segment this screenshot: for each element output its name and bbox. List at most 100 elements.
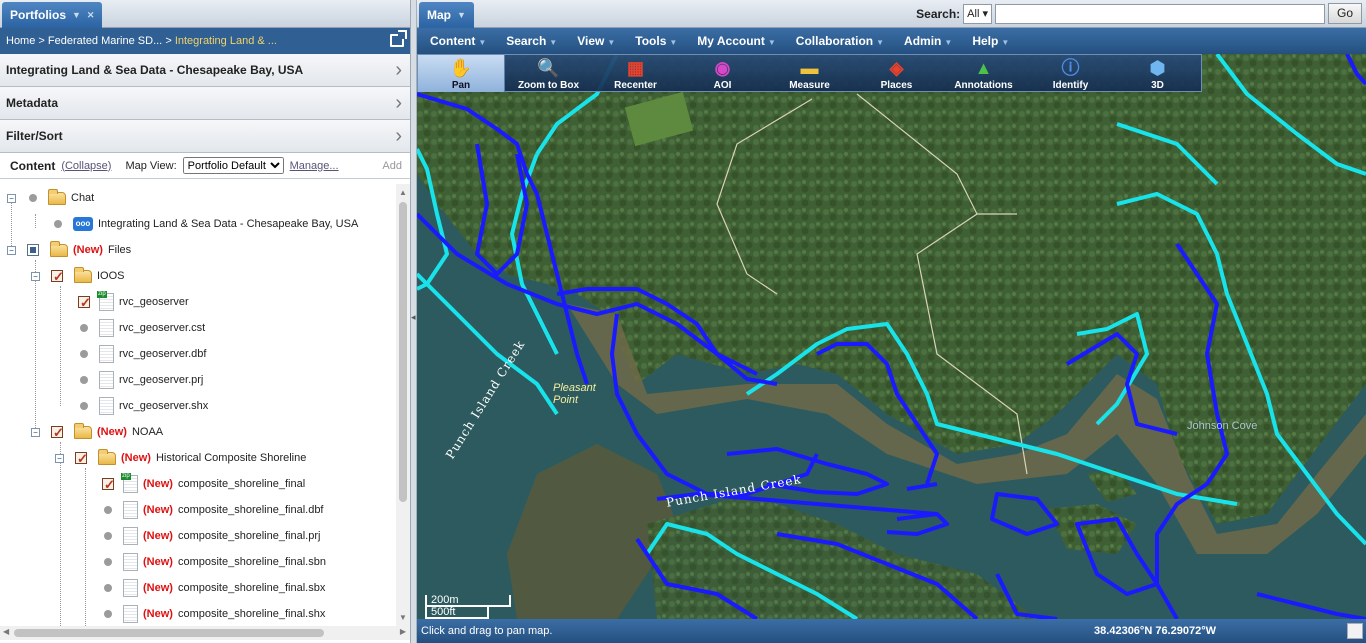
tool-pan[interactable]: ✋ Pan (418, 55, 505, 92)
tab-portfolios[interactable]: Portfolios ▼ ✕ (2, 2, 103, 28)
caret-down-icon: ▼ (876, 38, 885, 47)
visibility-dot[interactable] (29, 194, 37, 202)
collapse-toggle[interactable]: − (31, 427, 40, 437)
menu-admin[interactable]: Admin ▼ (894, 34, 962, 48)
breadcrumb-parent[interactable]: Federated Marine SD... (48, 35, 162, 47)
breadcrumb-current[interactable]: Integrating Land & ... (175, 35, 277, 47)
magnifier-icon: 🔍 (537, 58, 560, 78)
collapse-toggle[interactable]: − (31, 271, 40, 281)
accordion-label: Integrating Land & Sea Data - Chesapeake… (6, 63, 304, 77)
tree-item-file[interactable]: rvc_geoserver (78, 289, 189, 316)
tree-item-file[interactable]: rvc_geoserver.shx (78, 393, 208, 419)
tree-item-chat[interactable]: − Chat (7, 185, 94, 211)
tree-item-file[interactable]: (New) composite_shoreline_final.sbn (102, 549, 326, 575)
popout-icon[interactable] (390, 30, 407, 47)
tree-item-file[interactable]: (New) composite_shoreline_final.sbx (102, 575, 325, 601)
search-input[interactable] (994, 3, 1325, 24)
caret-down-icon: ▼ (478, 38, 487, 47)
add-button[interactable]: Add (382, 153, 402, 179)
tab-map[interactable]: Map ▼ (419, 2, 474, 28)
scrollbar-thumb[interactable] (14, 629, 324, 637)
accordion-filter-sort[interactable]: Filter/Sort › (0, 120, 410, 153)
tool-label: Measure (789, 80, 830, 91)
map-view-select[interactable]: Portfolio Default (182, 157, 284, 174)
zip-file-icon (97, 291, 114, 311)
collapse-toggle[interactable]: − (55, 453, 64, 463)
tree-vertical-scrollbar[interactable]: ▲ ▼ (396, 184, 410, 626)
manage-link[interactable]: Manage... (290, 153, 339, 179)
visibility-dot[interactable] (80, 402, 88, 410)
tree-item-noaa[interactable]: − (New) NOAA (31, 419, 163, 446)
scroll-up-icon[interactable]: ▲ (399, 188, 407, 197)
visibility-dot[interactable] (54, 220, 62, 228)
scroll-right-icon[interactable]: ▶ (400, 627, 406, 636)
tool-label: Recenter (614, 80, 657, 91)
visibility-checkbox[interactable] (75, 446, 88, 472)
tree-item-file[interactable]: rvc_geoserver.prj (78, 367, 203, 393)
tree-item-chat-thread[interactable]: ooo Integrating Land & Sea Data - Chesap… (54, 211, 358, 237)
menu-my-account[interactable]: My Account ▼ (687, 34, 785, 48)
visibility-dot[interactable] (80, 324, 88, 332)
visibility-dot[interactable] (80, 376, 88, 384)
tree-item-file[interactable]: rvc_geoserver.cst (78, 315, 205, 341)
go-button[interactable]: Go (1327, 3, 1362, 24)
scrollbar-thumb[interactable] (399, 202, 407, 502)
scroll-left-icon[interactable]: ◀ (3, 627, 9, 636)
menu-tools[interactable]: Tools ▼ (625, 34, 687, 48)
tab-close-icon[interactable]: ✕ (87, 3, 95, 28)
tool-3d[interactable]: ⬢ 3D (1114, 55, 1201, 92)
scroll-down-icon[interactable]: ▼ (399, 613, 407, 622)
collapse-toggle[interactable]: − (7, 245, 16, 255)
search-label: Search: (916, 6, 961, 21)
tool-recenter[interactable]: ▦ Recenter (592, 55, 679, 92)
map-label-cove: Johnson Cove (1187, 420, 1258, 432)
tree-item-label: rvc_geoserver.shx (119, 400, 209, 412)
accordion-metadata[interactable]: Metadata › (0, 87, 410, 120)
visibility-dot[interactable] (104, 584, 112, 592)
visibility-checkbox[interactable] (51, 420, 64, 446)
search-scope-select[interactable]: All ▾ (963, 3, 992, 24)
visibility-checkbox[interactable] (27, 244, 39, 256)
menu-search[interactable]: Search ▼ (496, 34, 567, 48)
overview-map-icon[interactable] (1347, 623, 1363, 639)
portfolios-panel: Portfolios ▼ ✕ Home > Federated Marine S… (0, 0, 411, 643)
visibility-dot[interactable] (104, 610, 112, 618)
breadcrumb-sep: > (165, 35, 172, 47)
visibility-checkbox[interactable] (78, 290, 91, 316)
collapse-arrow-icon[interactable]: ◂ (411, 312, 416, 323)
visibility-dot[interactable] (104, 532, 112, 540)
tool-identify[interactable]: ⓘ Identify (1027, 55, 1114, 92)
tree-item-file[interactable]: (New) composite_shoreline_final.shx (102, 601, 325, 626)
map-canvas[interactable]: ✋ Pan 🔍 Zoom to Box ▦ Recenter ◉ AOI ▬ Measur… (417, 54, 1366, 619)
visibility-dot[interactable] (104, 558, 112, 566)
tree-item-ioos[interactable]: − IOOS (31, 263, 125, 290)
visibility-checkbox[interactable] (102, 472, 115, 498)
tree-item-file[interactable]: (New) composite_shoreline_final.dbf (102, 497, 324, 523)
tree-item-files[interactable]: − (New) Files (7, 237, 131, 263)
tool-aoi[interactable]: ◉ AOI (679, 55, 766, 92)
tab-menu-icon[interactable]: ▼ (72, 3, 81, 28)
collapse-toggle[interactable]: − (7, 193, 16, 203)
breadcrumb: Home > Federated Marine SD... > Integrat… (0, 28, 410, 54)
visibility-dot[interactable] (104, 506, 112, 514)
tool-zoom-to-box[interactable]: 🔍 Zoom to Box (505, 55, 592, 92)
visibility-dot[interactable] (80, 350, 88, 358)
tree-item-file[interactable]: rvc_geoserver.dbf (78, 341, 206, 367)
tree-item-file[interactable]: (New) composite_shoreline_final (102, 471, 305, 498)
menu-view[interactable]: View ▼ (567, 34, 625, 48)
visibility-checkbox[interactable] (51, 264, 64, 290)
tool-annotations[interactable]: ▲ Annotations (940, 55, 1027, 92)
tool-measure[interactable]: ▬ Measure (766, 55, 853, 92)
breadcrumb-home[interactable]: Home (6, 35, 35, 47)
accordion-portfolio-title[interactable]: Integrating Land & Sea Data - Chesapeake… (0, 54, 410, 87)
menu-content[interactable]: Content ▼ (420, 34, 496, 48)
tree-item-file[interactable]: (New) composite_shoreline_final.prj (102, 523, 320, 549)
menu-collaboration[interactable]: Collaboration ▼ (786, 34, 894, 48)
tool-places[interactable]: ◈ Places (853, 55, 940, 92)
tree-item-historical-shoreline[interactable]: − (New) Historical Composite Shoreline (55, 445, 306, 472)
collapse-link[interactable]: (Collapse) (61, 153, 111, 179)
menu-help[interactable]: Help ▼ (962, 34, 1019, 48)
tab-menu-icon[interactable]: ▼ (457, 3, 466, 28)
tree-horizontal-scrollbar[interactable]: ◀ ▶ (0, 626, 410, 640)
file-icon (99, 319, 114, 337)
